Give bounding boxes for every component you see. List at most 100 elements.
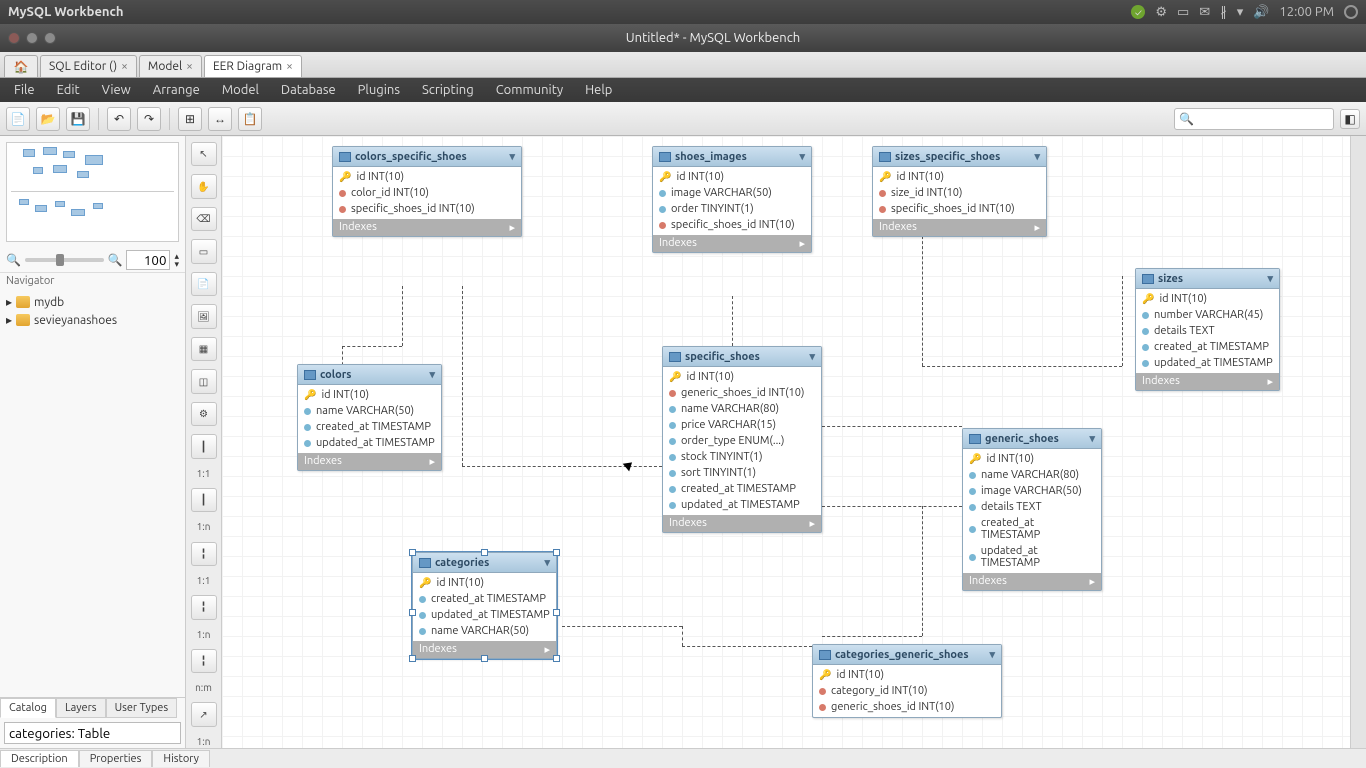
tab-user-types[interactable]: User Types <box>106 698 178 718</box>
relation-n-m-tool[interactable]: ╏ <box>191 649 217 673</box>
column[interactable]: size_id INT(10) <box>873 185 1046 201</box>
eer-canvas[interactable]: colors_specific_shoes▾ 🔑id INT(10)color_… <box>222 136 1350 748</box>
column[interactable]: 🔑id INT(10) <box>298 387 441 403</box>
notes-button[interactable]: 📋 <box>238 107 262 131</box>
settings-icon[interactable] <box>1344 5 1358 19</box>
routine-tool[interactable]: ⚙ <box>191 402 217 426</box>
column[interactable]: updated_at TIMESTAMP <box>963 543 1101 571</box>
zoom-slider[interactable] <box>25 258 104 262</box>
column[interactable]: number VARCHAR(45) <box>1136 307 1279 323</box>
menu-community[interactable]: Community <box>486 81 573 99</box>
column[interactable]: details TEXT <box>963 499 1101 515</box>
tab-description[interactable]: Description <box>0 750 79 767</box>
layer-tool[interactable]: ▭ <box>191 239 217 263</box>
column[interactable]: created_at TIMESTAMP <box>413 591 556 607</box>
relation-existing-tool[interactable]: ↗ <box>191 702 217 726</box>
tab-eer-diagram[interactable]: EER Diagram× <box>204 55 302 77</box>
column[interactable]: generic_shoes_id INT(10) <box>813 699 1001 715</box>
column[interactable]: sort TINYINT(1) <box>663 465 821 481</box>
column[interactable]: stock TINYINT(1) <box>663 449 821 465</box>
menu-file[interactable]: File <box>4 81 45 99</box>
image-tool[interactable]: 🖼 <box>191 304 217 328</box>
redo-button[interactable]: ↷ <box>137 107 161 131</box>
column[interactable]: 🔑id INT(10) <box>413 575 556 591</box>
column[interactable]: 🔑id INT(10) <box>663 369 821 385</box>
collapse-icon[interactable]: ▾ <box>1089 432 1095 445</box>
column[interactable]: 🔑id INT(10) <box>653 169 811 185</box>
zoom-stepper[interactable]: ▴▾ <box>174 252 179 268</box>
column[interactable]: created_at TIMESTAMP <box>663 481 821 497</box>
collapse-icon[interactable]: ▾ <box>544 556 550 569</box>
expand-icon[interactable]: ▸ <box>799 237 805 250</box>
schema-tree[interactable]: ▸mydb ▸sevieyanashoes <box>0 289 185 333</box>
resize-handle[interactable] <box>409 655 416 662</box>
minimize-icon[interactable] <box>26 32 38 44</box>
pointer-tool[interactable]: ↖ <box>191 142 217 166</box>
menu-model[interactable]: Model <box>212 81 269 99</box>
expand-icon[interactable]: ▸ <box>509 221 515 234</box>
schema-item[interactable]: ▸mydb <box>6 293 179 311</box>
tab-layers[interactable]: Layers <box>56 698 106 718</box>
view-tool[interactable]: ◫ <box>191 369 217 393</box>
align-button[interactable]: ↔ <box>208 107 232 131</box>
entity-specific-shoes[interactable]: specific_shoes▾ 🔑id INT(10)generic_shoes… <box>662 346 822 533</box>
resize-handle[interactable] <box>409 609 416 616</box>
menu-plugins[interactable]: Plugins <box>348 81 410 99</box>
column[interactable]: 🔑id INT(10) <box>1136 291 1279 307</box>
collapse-icon[interactable]: ▾ <box>509 150 515 163</box>
save-button[interactable]: 💾 <box>66 107 90 131</box>
entity-colors-specific-shoes[interactable]: colors_specific_shoes▾ 🔑id INT(10)color_… <box>332 146 522 237</box>
expand-icon[interactable]: ▸ <box>429 455 435 468</box>
resize-handle[interactable] <box>553 609 560 616</box>
hand-tool[interactable]: ✋ <box>191 174 217 198</box>
maximize-icon[interactable] <box>44 32 56 44</box>
entity-generic-shoes[interactable]: generic_shoes▾ 🔑id INT(10)name VARCHAR(8… <box>962 428 1102 591</box>
zoom-field[interactable] <box>126 250 170 270</box>
column[interactable]: 🔑id INT(10) <box>813 667 1001 683</box>
entity-categories[interactable]: categories▾ 🔑id INT(10)created_at TIMEST… <box>412 552 557 659</box>
tab-sql-editor[interactable]: SQL Editor ()× <box>40 55 137 77</box>
column[interactable]: details TEXT <box>1136 323 1279 339</box>
resize-handle[interactable] <box>553 655 560 662</box>
expand-icon[interactable]: ▸ <box>809 517 815 530</box>
menu-edit[interactable]: Edit <box>47 81 90 99</box>
column[interactable]: generic_shoes_id INT(10) <box>663 385 821 401</box>
column[interactable]: 🔑id INT(10) <box>873 169 1046 185</box>
collapse-icon[interactable]: ▾ <box>1267 272 1273 285</box>
entity-sizes[interactable]: sizes▾ 🔑id INT(10)number VARCHAR(45)deta… <box>1135 268 1280 391</box>
entity-sizes-specific-shoes[interactable]: sizes_specific_shoes▾ 🔑id INT(10)size_id… <box>872 146 1047 237</box>
entity-colors[interactable]: colors▾ 🔑id INT(10)name VARCHAR(50)creat… <box>297 364 442 471</box>
catalog-selection-field[interactable] <box>4 722 181 744</box>
collapse-icon[interactable]: ▾ <box>429 368 435 381</box>
schema-item[interactable]: ▸sevieyanashoes <box>6 311 179 329</box>
close-icon[interactable]: × <box>121 60 128 73</box>
column[interactable]: image VARCHAR(50) <box>653 185 811 201</box>
column[interactable]: 🔑id INT(10) <box>963 451 1101 467</box>
collapse-icon[interactable]: ▾ <box>809 350 815 363</box>
zoom-out-button[interactable]: 🔍 <box>6 253 21 267</box>
zoom-in-button[interactable]: 🔍 <box>108 253 123 267</box>
column[interactable]: updated_at TIMESTAMP <box>298 435 441 451</box>
table-tool[interactable]: ▦ <box>191 337 217 361</box>
menu-view[interactable]: View <box>92 81 141 99</box>
expand-icon[interactable]: ▸ <box>1089 575 1095 588</box>
column[interactable]: color_id INT(10) <box>333 185 521 201</box>
column[interactable]: category_id INT(10) <box>813 683 1001 699</box>
navigator-minimap[interactable] <box>6 142 179 242</box>
menu-help[interactable]: Help <box>575 81 622 99</box>
tab-catalog[interactable]: Catalog <box>0 698 56 718</box>
resize-handle[interactable] <box>409 549 416 556</box>
column[interactable]: price VARCHAR(15) <box>663 417 821 433</box>
menu-database[interactable]: Database <box>271 81 346 99</box>
menu-arrange[interactable]: Arrange <box>143 81 210 99</box>
column[interactable]: name VARCHAR(50) <box>298 403 441 419</box>
undo-button[interactable]: ↶ <box>107 107 131 131</box>
vertical-scrollbar[interactable] <box>1350 136 1366 748</box>
sidebar-toggle-button[interactable]: ◧ <box>1340 109 1360 129</box>
close-icon[interactable]: × <box>286 60 293 73</box>
column[interactable]: updated_at TIMESTAMP <box>413 607 556 623</box>
relation-1-1-tool[interactable]: ┃ <box>191 434 217 458</box>
relation-1-n-tool[interactable]: ┃ <box>191 488 217 512</box>
column[interactable]: name VARCHAR(80) <box>963 467 1101 483</box>
relation-1-1-id-tool[interactable]: ╏ <box>191 542 217 566</box>
